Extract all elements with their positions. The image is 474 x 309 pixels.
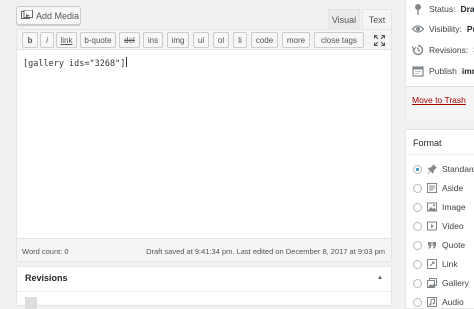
format-option-image[interactable]: Image [413, 200, 466, 214]
pin-icon [427, 164, 437, 174]
quicktag-bold-button[interactable]: b [22, 32, 38, 48]
quicktag-del-button[interactable]: del [119, 32, 140, 48]
editor-textarea[interactable]: [gallery ids="3268"] [23, 57, 128, 69]
link-icon [427, 259, 437, 269]
word-count: Word count: 0 [22, 247, 69, 256]
calendar-icon [412, 66, 424, 77]
publish-row: Publish imm [412, 64, 474, 78]
quicktag-link-button[interactable]: link [56, 32, 77, 48]
collapse-toggle-icon[interactable]: ▲ [377, 275, 383, 281]
revisions-title: Revisions [25, 273, 68, 283]
format-radio[interactable] [413, 164, 422, 174]
video-icon [427, 221, 437, 231]
visibility-value: Pu [466, 24, 474, 34]
format-radio[interactable] [413, 202, 422, 212]
text-editor: b i link b-quote del ins img ul ol li co… [16, 29, 392, 262]
move-to-trash-link[interactable]: Move to Trash [412, 95, 466, 105]
publish-label: Publish [429, 66, 457, 76]
format-title: Format [413, 138, 442, 148]
format-radio[interactable] [413, 240, 422, 250]
text-caret [126, 57, 128, 67]
revisions-row: Revisions: 3 [412, 43, 474, 57]
fullscreen-icon[interactable] [372, 32, 387, 48]
status-value: Draft [460, 4, 474, 14]
format-label: Standard [442, 164, 474, 174]
revisions-postbox: Revisions ▲ [16, 266, 392, 309]
publish-value: imm [461, 66, 474, 76]
format-option-link[interactable]: Link [413, 257, 458, 271]
visibility-label: Visibility: [429, 24, 462, 34]
quicktag-close-tags-button[interactable]: close tags [314, 32, 364, 48]
quicktag-bquote-button[interactable]: b-quote [80, 32, 116, 48]
format-option-aside[interactable]: Aside [413, 181, 463, 195]
format-radio[interactable] [413, 259, 422, 269]
format-label: Quote [442, 240, 466, 250]
quicktag-italic-button[interactable]: i [40, 32, 54, 48]
visibility-row: Visibility: Pu [412, 22, 474, 36]
revisions-label: Revisions: [429, 45, 469, 55]
gallery-icon [427, 278, 437, 288]
revisions-icon [412, 44, 424, 56]
format-label: Image [442, 202, 466, 212]
tab-text-label: Text [368, 15, 386, 25]
post-editor-screen: Add Media Visual Text b i link b-quote d… [0, 0, 474, 309]
quicktag-ul-button[interactable]: ul [193, 32, 209, 48]
post-status-info: Word count: 0 Draft saved at 9:41:34 pm.… [16, 238, 392, 262]
tab-text[interactable]: Text [362, 9, 392, 30]
format-radio[interactable] [413, 278, 422, 288]
pin-icon [415, 4, 421, 15]
format-option-standard[interactable]: Standard [413, 162, 474, 176]
format-option-gallery[interactable]: Gallery [413, 276, 469, 290]
format-option-quote[interactable]: Quote [413, 238, 465, 252]
tab-visual-label: Visual [331, 15, 357, 25]
quicktag-li-button[interactable]: li [233, 32, 247, 48]
format-postbox: Format Standard Aside Image Video Quote [405, 129, 474, 309]
postbox-divider [17, 291, 391, 292]
aside-icon [427, 183, 437, 193]
quicktags-toolbar: b i link b-quote del ins img ul ol li co… [17, 30, 391, 50]
format-label: Gallery [442, 278, 469, 288]
media-icon [21, 10, 33, 19]
tab-visual[interactable]: Visual [328, 9, 360, 30]
quicktag-img-button[interactable]: img [167, 32, 189, 48]
status-label: Status: [429, 4, 456, 14]
image-icon [427, 202, 437, 212]
format-label: Link [442, 259, 458, 269]
postbox-divider [406, 154, 474, 155]
eye-icon [412, 25, 424, 33]
quicktag-code-button[interactable]: code [251, 32, 278, 48]
format-label: Video [442, 221, 464, 231]
quicktag-more-button[interactable]: more [282, 32, 310, 48]
quote-icon [428, 242, 436, 249]
format-option-video[interactable]: Video [413, 219, 464, 233]
editor-content: [gallery ids="3268"] [23, 59, 126, 69]
quicktag-ol-button[interactable]: ol [213, 32, 229, 48]
quicktag-ins-button[interactable]: ins [143, 32, 163, 48]
publish-postbox: Status: Draft Visibility: Pu Revisions: … [405, 0, 474, 119]
format-label: Aside [442, 183, 464, 193]
add-media-button[interactable]: Add Media [16, 6, 81, 25]
format-radio[interactable] [413, 183, 422, 193]
publish-actions: Move to Trash [406, 86, 474, 119]
format-option-audio[interactable]: Audio [413, 295, 464, 309]
status-row: Status: Draft [412, 2, 474, 16]
add-media-label: Add Media [36, 10, 80, 21]
format-radio[interactable] [413, 221, 422, 231]
autosave-status: Draft saved at 9:41:34 pm. Last edited o… [146, 247, 385, 256]
